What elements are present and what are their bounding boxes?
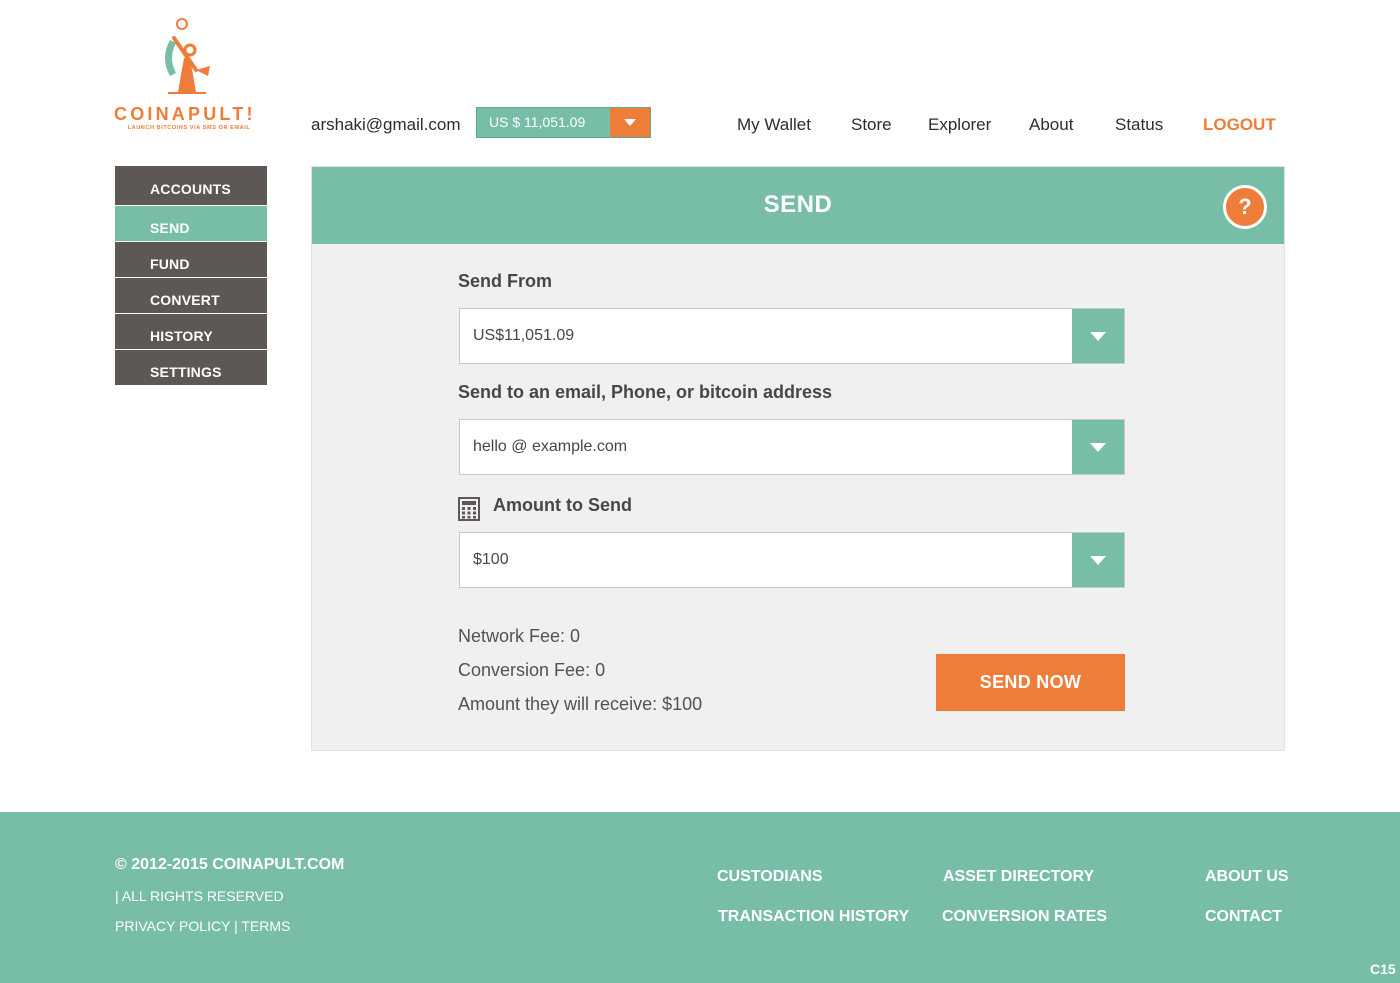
legal-links: PRIVACY POLICY | TERMS — [115, 918, 290, 934]
send-to-label: Send to an email, Phone, or bitcoin addr… — [458, 382, 833, 402]
nav-store[interactable]: Store — [851, 115, 892, 135]
send-panel-header: SEND ? — [312, 167, 1284, 244]
catapult-logo-icon — [165, 18, 210, 94]
legal-separator: | — [234, 918, 238, 934]
sidebar-item-convert[interactable]: CONVERT — [115, 278, 267, 314]
help-button[interactable]: ? — [1223, 185, 1267, 229]
logout-link[interactable]: LOGOUT — [1203, 115, 1276, 135]
chevron-down-icon — [624, 119, 636, 126]
terms-link[interactable]: TERMS — [241, 918, 290, 934]
send-panel: SEND ? Send From US$11,051.09 Send to an… — [311, 166, 1285, 751]
network-fee: Network Fee: 0 — [458, 626, 581, 646]
footer-link-custodians[interactable]: CUSTODIANS — [717, 868, 823, 886]
privacy-policy-link[interactable]: PRIVACY POLICY — [115, 918, 230, 934]
send-to-input[interactable]: hello @ example.com — [459, 419, 1125, 475]
footer-link-conversion-rates[interactable]: CONVERSION RATES — [942, 908, 1107, 926]
conversion-fee: Conversion Fee: 0 — [458, 660, 606, 680]
sidebar-item-fund[interactable]: FUND — [115, 242, 267, 278]
send-now-button[interactable]: SEND NOW — [936, 654, 1125, 711]
amount-input[interactable]: $100 — [459, 532, 1125, 588]
brand-tagline: LAUNCH BITCOINS VIA SMS OR EMAIL — [127, 125, 251, 131]
footer-link-contact[interactable]: CONTACT — [1205, 908, 1282, 926]
sidebar-item-accounts[interactable]: ACCOUNTS — [115, 166, 267, 206]
send-to-dropdown-toggle[interactable] — [1072, 420, 1124, 474]
amount-value[interactable]: $100 — [460, 533, 1072, 587]
nav-my-wallet[interactable]: My Wallet — [737, 115, 811, 135]
coinapult-logo[interactable]: COINAPULT! LAUNCH BITCOINS VIA SMS OR EM… — [114, 18, 266, 138]
balance-dropdown[interactable]: US $ 11,051.09 — [476, 107, 651, 138]
send-from-value[interactable]: US$11,051.09 — [460, 309, 1072, 363]
sidebar: ACCOUNTS SEND FUND CONVERT HISTORY SETTI… — [115, 166, 267, 386]
footer-link-about-us[interactable]: ABOUT US — [1205, 868, 1289, 886]
chevron-down-icon — [1090, 331, 1106, 341]
page-title: SEND — [763, 191, 833, 218]
user-email: arshaki@gmail.com — [311, 115, 461, 134]
receive-amount: Amount they will receive: $100 — [458, 694, 703, 714]
version-label: C15 — [1370, 961, 1396, 977]
brand-name: COINAPULT! — [114, 104, 256, 124]
amount-dropdown-toggle[interactable] — [1072, 533, 1124, 587]
send-from-label: Send From — [458, 271, 553, 291]
rights-reserved: | ALL RIGHTS RESERVED — [115, 888, 284, 904]
nav-explorer[interactable]: Explorer — [928, 115, 991, 135]
chevron-down-icon — [1090, 555, 1106, 565]
nav-status[interactable]: Status — [1115, 115, 1163, 135]
footer: © 2012-2015 COINAPULT.COM | ALL RIGHTS R… — [0, 812, 1400, 983]
amount-label: Amount to Send — [493, 495, 632, 515]
send-from-dropdown-toggle[interactable] — [1072, 309, 1124, 363]
balance-dropdown-toggle[interactable] — [610, 108, 650, 137]
send-from-select[interactable]: US$11,051.09 — [459, 308, 1125, 364]
sidebar-item-history[interactable]: HISTORY — [115, 314, 267, 350]
calculator-icon[interactable] — [458, 497, 480, 521]
send-to-value[interactable]: hello @ example.com — [460, 420, 1072, 474]
footer-link-transaction-history[interactable]: TRANSACTION HISTORY — [718, 908, 909, 926]
footer-link-asset-directory[interactable]: ASSET DIRECTORY — [943, 868, 1094, 886]
copyright: © 2012-2015 COINAPULT.COM — [115, 856, 345, 873]
balance-value: US $ 11,051.09 — [477, 108, 610, 137]
sidebar-item-settings[interactable]: SETTINGS — [115, 350, 267, 386]
nav-about[interactable]: About — [1029, 115, 1073, 135]
chevron-down-icon — [1090, 442, 1106, 452]
sidebar-item-send[interactable]: SEND — [115, 206, 267, 242]
